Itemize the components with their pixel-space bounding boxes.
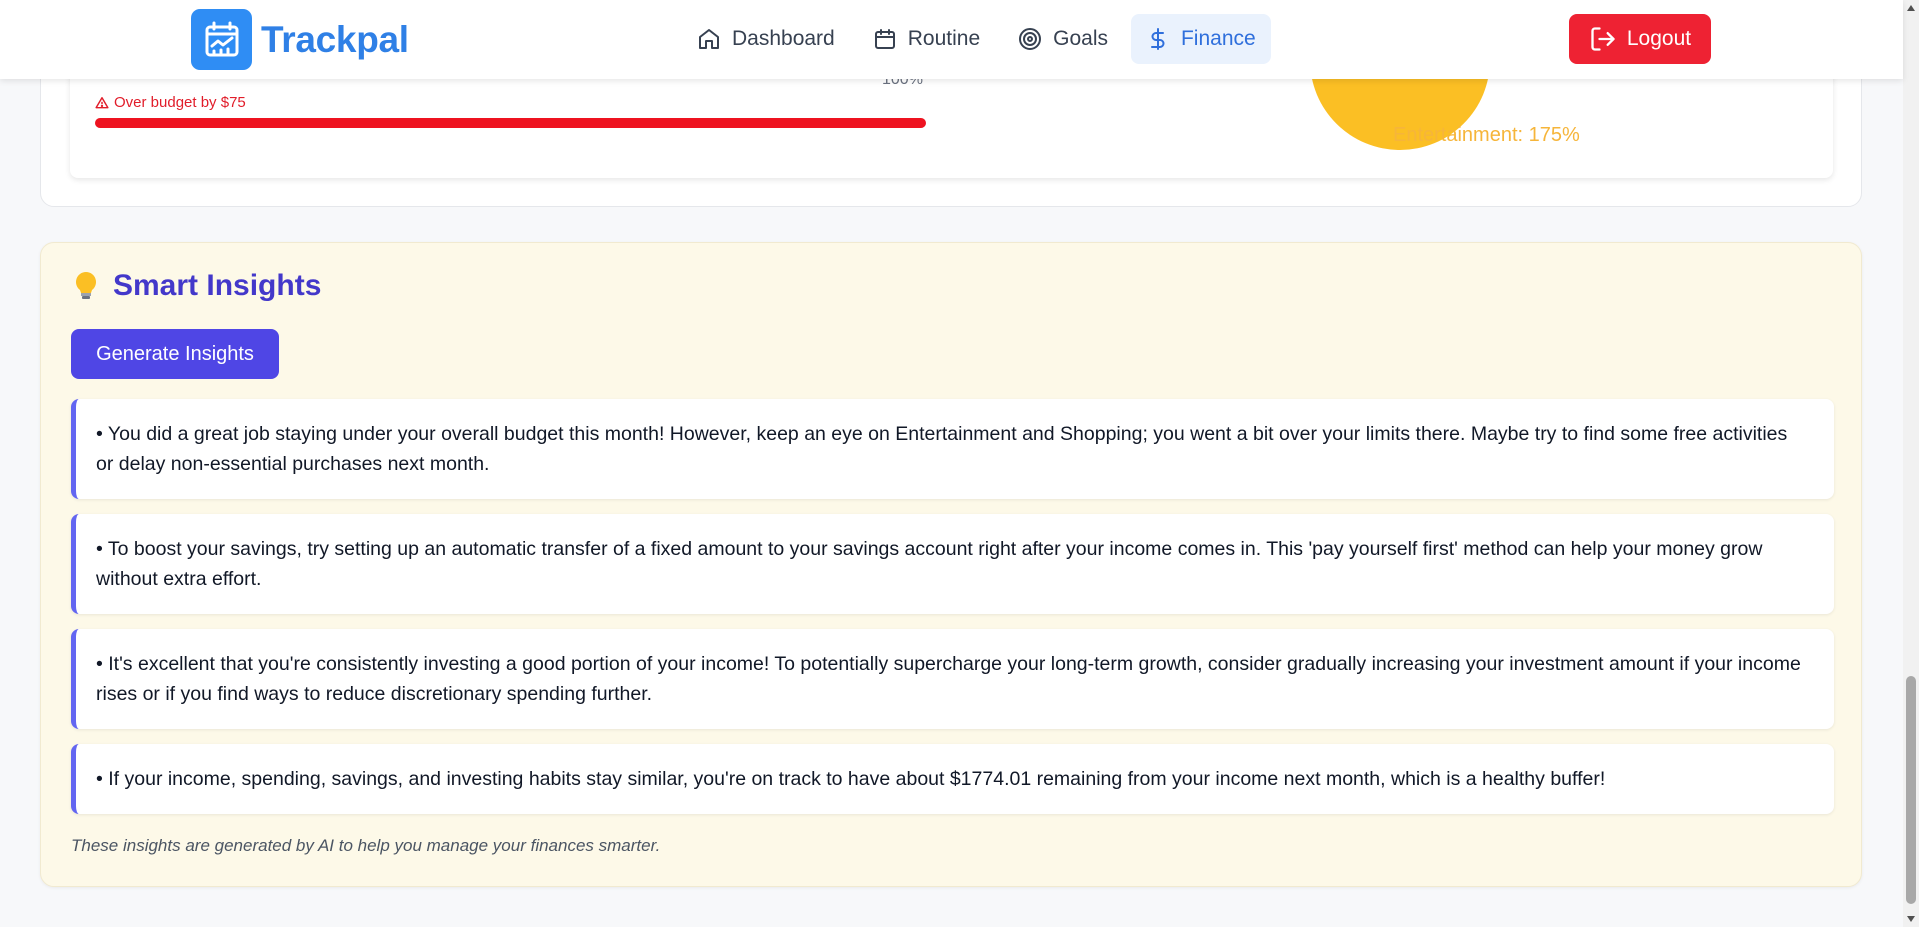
insight-item: • If your income, spending, savings, and…: [71, 744, 1834, 814]
nav-item-routine[interactable]: Routine: [858, 14, 995, 64]
dollar-icon: [1150, 28, 1165, 50]
page-scrollbar[interactable]: [1903, 0, 1919, 927]
main-nav: Dashboard Routine Goals Finance: [682, 14, 1279, 64]
nav-item-finance[interactable]: Finance: [1130, 14, 1271, 64]
over-budget-text: Over budget by $75: [114, 94, 246, 111]
calendar-icon: [874, 29, 895, 49]
nav-label-finance: Finance: [1180, 27, 1256, 50]
budget-progress-fill: [95, 118, 926, 128]
pie-label-entertainment: Entertainment: 175%: [1393, 124, 1580, 146]
nav-label-routine: Routine: [907, 27, 981, 50]
budget-progress-bar: [95, 118, 926, 128]
insight-item: • You did a great job staying under your…: [71, 399, 1834, 499]
nav-label-dashboard: Dashboard: [732, 27, 835, 50]
lightbulb-icon: [76, 272, 96, 299]
scroll-down-arrow-icon[interactable]: [1906, 914, 1916, 924]
home-icon: [699, 29, 719, 49]
brand-name: Trackpal: [261, 18, 409, 60]
logout-label: Logout: [1626, 27, 1692, 50]
nav-label-goals: Goals: [1053, 27, 1108, 50]
logout-button[interactable]: Logout: [1569, 14, 1711, 64]
warning-icon: [95, 96, 109, 108]
calendar-chart-icon: [191, 9, 252, 70]
nav-item-dashboard[interactable]: Dashboard: [682, 14, 850, 64]
scroll-up-arrow-icon[interactable]: [1906, 3, 1916, 13]
smart-insights-section: Smart Insights Generate Insights • You d…: [40, 242, 1862, 887]
insight-item: • It's excellent that you're consistentl…: [71, 629, 1834, 729]
insights-header: Smart Insights: [75, 269, 321, 303]
over-budget-warning: Over budget by $75: [95, 94, 246, 111]
logout-icon: [1591, 27, 1615, 51]
scrollbar-thumb[interactable]: [1906, 676, 1916, 904]
insights-footer-note: These insights are generated by AI to he…: [71, 836, 661, 855]
brand[interactable]: Trackpal: [191, 9, 409, 70]
top-navbar: Trackpal Dashboard Routine Goals Finance…: [0, 0, 1903, 79]
nav-item-goals[interactable]: Goals: [1003, 14, 1123, 64]
generate-insights-button[interactable]: Generate Insights: [71, 329, 279, 379]
target-icon: [1019, 28, 1042, 50]
insights-title: Smart Insights: [113, 269, 322, 302]
insight-item: • To boost your savings, try setting up …: [71, 514, 1834, 614]
